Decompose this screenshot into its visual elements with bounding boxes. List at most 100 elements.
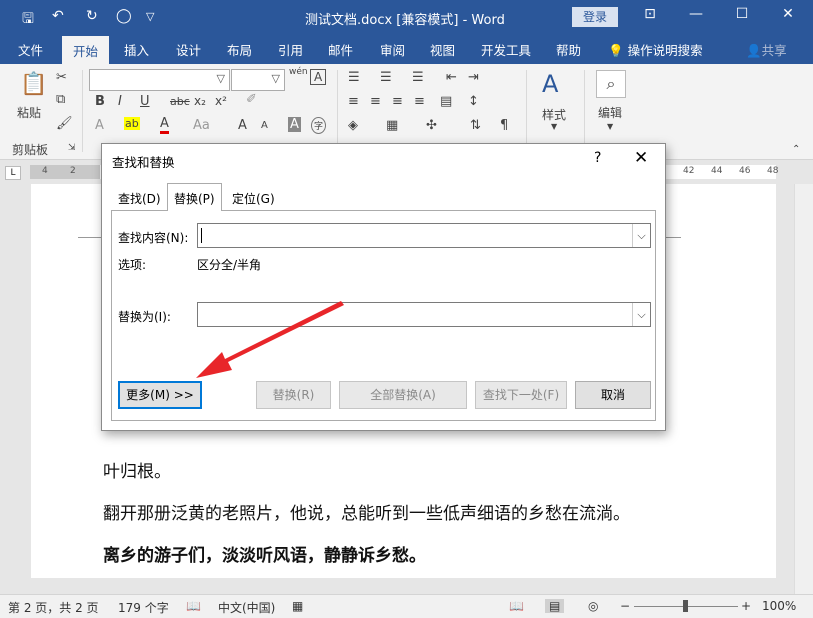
align-left-icon[interactable]: ≡ — [348, 94, 359, 109]
increase-indent-icon[interactable]: ⇥ — [468, 70, 479, 85]
touch-mode-icon[interactable]: ◯ — [116, 8, 132, 24]
editing-button[interactable]: 编辑 — [598, 104, 622, 121]
borders-icon[interactable]: ▦ — [386, 118, 398, 133]
dialog-launcher-icon[interactable]: ⇲ — [68, 143, 76, 153]
styles-icon[interactable]: A — [542, 70, 558, 98]
dialog-close-button[interactable]: ✕ — [634, 148, 648, 168]
subscript-button[interactable]: x₂ — [194, 94, 206, 108]
cancel-button[interactable]: 取消 — [575, 381, 651, 409]
copy-icon[interactable]: ⧉ — [56, 92, 65, 107]
text-effects-button[interactable]: A — [95, 118, 104, 133]
proofing-icon[interactable]: 📖 — [186, 599, 201, 613]
shrink-font-button[interactable]: A — [261, 120, 268, 131]
character-shading-button[interactable]: A — [288, 117, 301, 132]
cut-icon[interactable]: ✂ — [56, 70, 67, 85]
zoom-level[interactable]: 100% — [762, 599, 796, 613]
tab-layout[interactable]: 布局 — [227, 40, 252, 59]
bullets-icon[interactable]: ☰ — [348, 70, 360, 85]
clear-formatting-icon[interactable]: ✐ — [246, 92, 257, 107]
minimize-icon[interactable]: — — [684, 6, 708, 22]
word-count[interactable]: 179 个字 — [118, 599, 169, 616]
tab-mailings[interactable]: 邮件 — [328, 40, 353, 59]
vertical-scrollbar[interactable] — [794, 184, 813, 594]
print-layout-icon[interactable]: ▤ — [545, 599, 565, 613]
highlight-button[interactable]: ab — [124, 117, 140, 130]
chevron-down-icon[interactable]: ⌵ — [632, 303, 650, 326]
clipboard-icon[interactable]: 📋 — [20, 72, 47, 97]
styles-button[interactable]: 样式 — [542, 106, 566, 123]
distributed-icon[interactable]: ▤ — [440, 94, 452, 109]
customize-toolbar-icon[interactable]: ▽ — [146, 10, 154, 23]
font-color-button[interactable]: A — [160, 117, 169, 134]
tab-view[interactable]: 视图 — [430, 40, 455, 59]
tab-design[interactable]: 设计 — [176, 40, 201, 59]
paste-button[interactable]: 粘贴 — [17, 104, 41, 121]
language-indicator[interactable]: 中文(中国) — [218, 599, 275, 616]
macro-icon[interactable]: ▦ — [292, 599, 303, 613]
font-size-combo[interactable]: ▽ — [231, 69, 285, 91]
tab-file[interactable]: 文件 — [18, 40, 43, 59]
change-case-button[interactable]: Aa — [193, 118, 210, 133]
tab-find[interactable]: 查找(D) — [112, 186, 167, 210]
maximize-icon[interactable]: ☐ — [730, 6, 754, 22]
collapse-ribbon-icon[interactable]: ⌃ — [792, 144, 800, 155]
numbering-icon[interactable]: ☰ — [380, 70, 392, 85]
tab-selector[interactable]: L — [5, 166, 21, 180]
redo-icon[interactable]: ↻ — [86, 8, 98, 24]
justify-icon[interactable]: ≡ — [414, 94, 425, 109]
ribbon-display-icon[interactable]: ⊡ — [638, 6, 662, 22]
enclose-characters-button[interactable]: 字 — [311, 117, 327, 134]
decrease-indent-icon[interactable]: ⇤ — [446, 70, 457, 85]
format-painter-icon[interactable]: 🖌 — [56, 116, 73, 131]
character-border-icon[interactable]: A — [310, 69, 327, 85]
font-name-combo[interactable]: ▽ — [89, 69, 230, 91]
read-mode-icon[interactable]: 📖 — [509, 599, 524, 613]
tab-references[interactable]: 引用 — [278, 40, 303, 59]
tab-review[interactable]: 审阅 — [380, 40, 405, 59]
save-icon[interactable]: 🖫 — [22, 8, 34, 32]
zoom-out-button[interactable]: − — [620, 599, 630, 613]
tab-help[interactable]: 帮助 — [556, 40, 581, 59]
sort-icon[interactable]: ⇅ — [470, 118, 481, 133]
superscript-button[interactable]: x² — [215, 94, 227, 108]
align-center-icon[interactable]: ≡ — [370, 94, 381, 109]
page-count[interactable]: 第 2 页，共 2 页 — [8, 599, 99, 616]
bold-button[interactable]: B — [95, 94, 105, 109]
tab-developer[interactable]: 开发工具 — [481, 40, 531, 59]
italic-button[interactable]: I — [118, 94, 122, 109]
show-marks-icon[interactable]: ¶ — [500, 118, 508, 133]
grow-font-button[interactable]: A — [238, 118, 247, 133]
help-button[interactable]: ? — [594, 150, 601, 166]
replace-all-button[interactable]: 全部替换(A) — [339, 381, 467, 409]
phonetic-guide-button[interactable]: wén — [289, 67, 308, 77]
tab-goto[interactable]: 定位(G) — [226, 186, 281, 210]
replace-with-input[interactable]: ⌵ — [197, 302, 651, 327]
paragraph[interactable]: 叶归根。 — [103, 457, 171, 482]
close-icon[interactable]: ✕ — [776, 6, 800, 22]
web-layout-icon[interactable]: ◎ — [588, 599, 598, 613]
find-what-input[interactable]: ⌵ — [197, 223, 651, 248]
paragraph[interactable]: 离乡的游子们，淡淡听风语，静静诉乡愁。 — [103, 541, 426, 566]
multilevel-list-icon[interactable]: ☰ — [412, 70, 424, 85]
zoom-in-button[interactable]: + — [741, 599, 751, 613]
search-icon[interactable]: ⌕ — [596, 70, 626, 98]
tab-home[interactable]: 开始 — [62, 36, 110, 64]
replace-button[interactable]: 替换(R) — [256, 381, 331, 409]
chevron-down-icon[interactable]: ⌵ — [632, 224, 650, 247]
shading-icon[interactable]: ◈ — [348, 118, 358, 133]
paragraph[interactable]: 翻开那册泛黄的老照片，他说，总能听到一些低声细语的乡愁在流淌。 — [103, 499, 630, 524]
tell-me-search[interactable]: 💡 操作说明搜索 — [608, 40, 703, 59]
share-button[interactable]: 👤共享 — [746, 40, 787, 59]
tab-insert[interactable]: 插入 — [124, 40, 149, 59]
chinese-layout-icon[interactable]: ✣ — [426, 118, 437, 133]
login-button[interactable]: 登录 — [572, 7, 618, 27]
zoom-slider-handle[interactable] — [683, 600, 688, 612]
underline-button[interactable]: U — [140, 94, 150, 109]
more-button[interactable]: 更多(M) >> — [118, 381, 202, 409]
undo-icon[interactable]: ↶ — [52, 8, 64, 24]
find-next-button[interactable]: 查找下一处(F) — [475, 381, 567, 409]
strikethrough-button[interactable]: abc — [170, 95, 190, 108]
align-right-icon[interactable]: ≡ — [392, 94, 403, 109]
tab-replace[interactable]: 替换(P) — [167, 183, 222, 211]
line-spacing-icon[interactable]: ↕ — [468, 94, 479, 109]
